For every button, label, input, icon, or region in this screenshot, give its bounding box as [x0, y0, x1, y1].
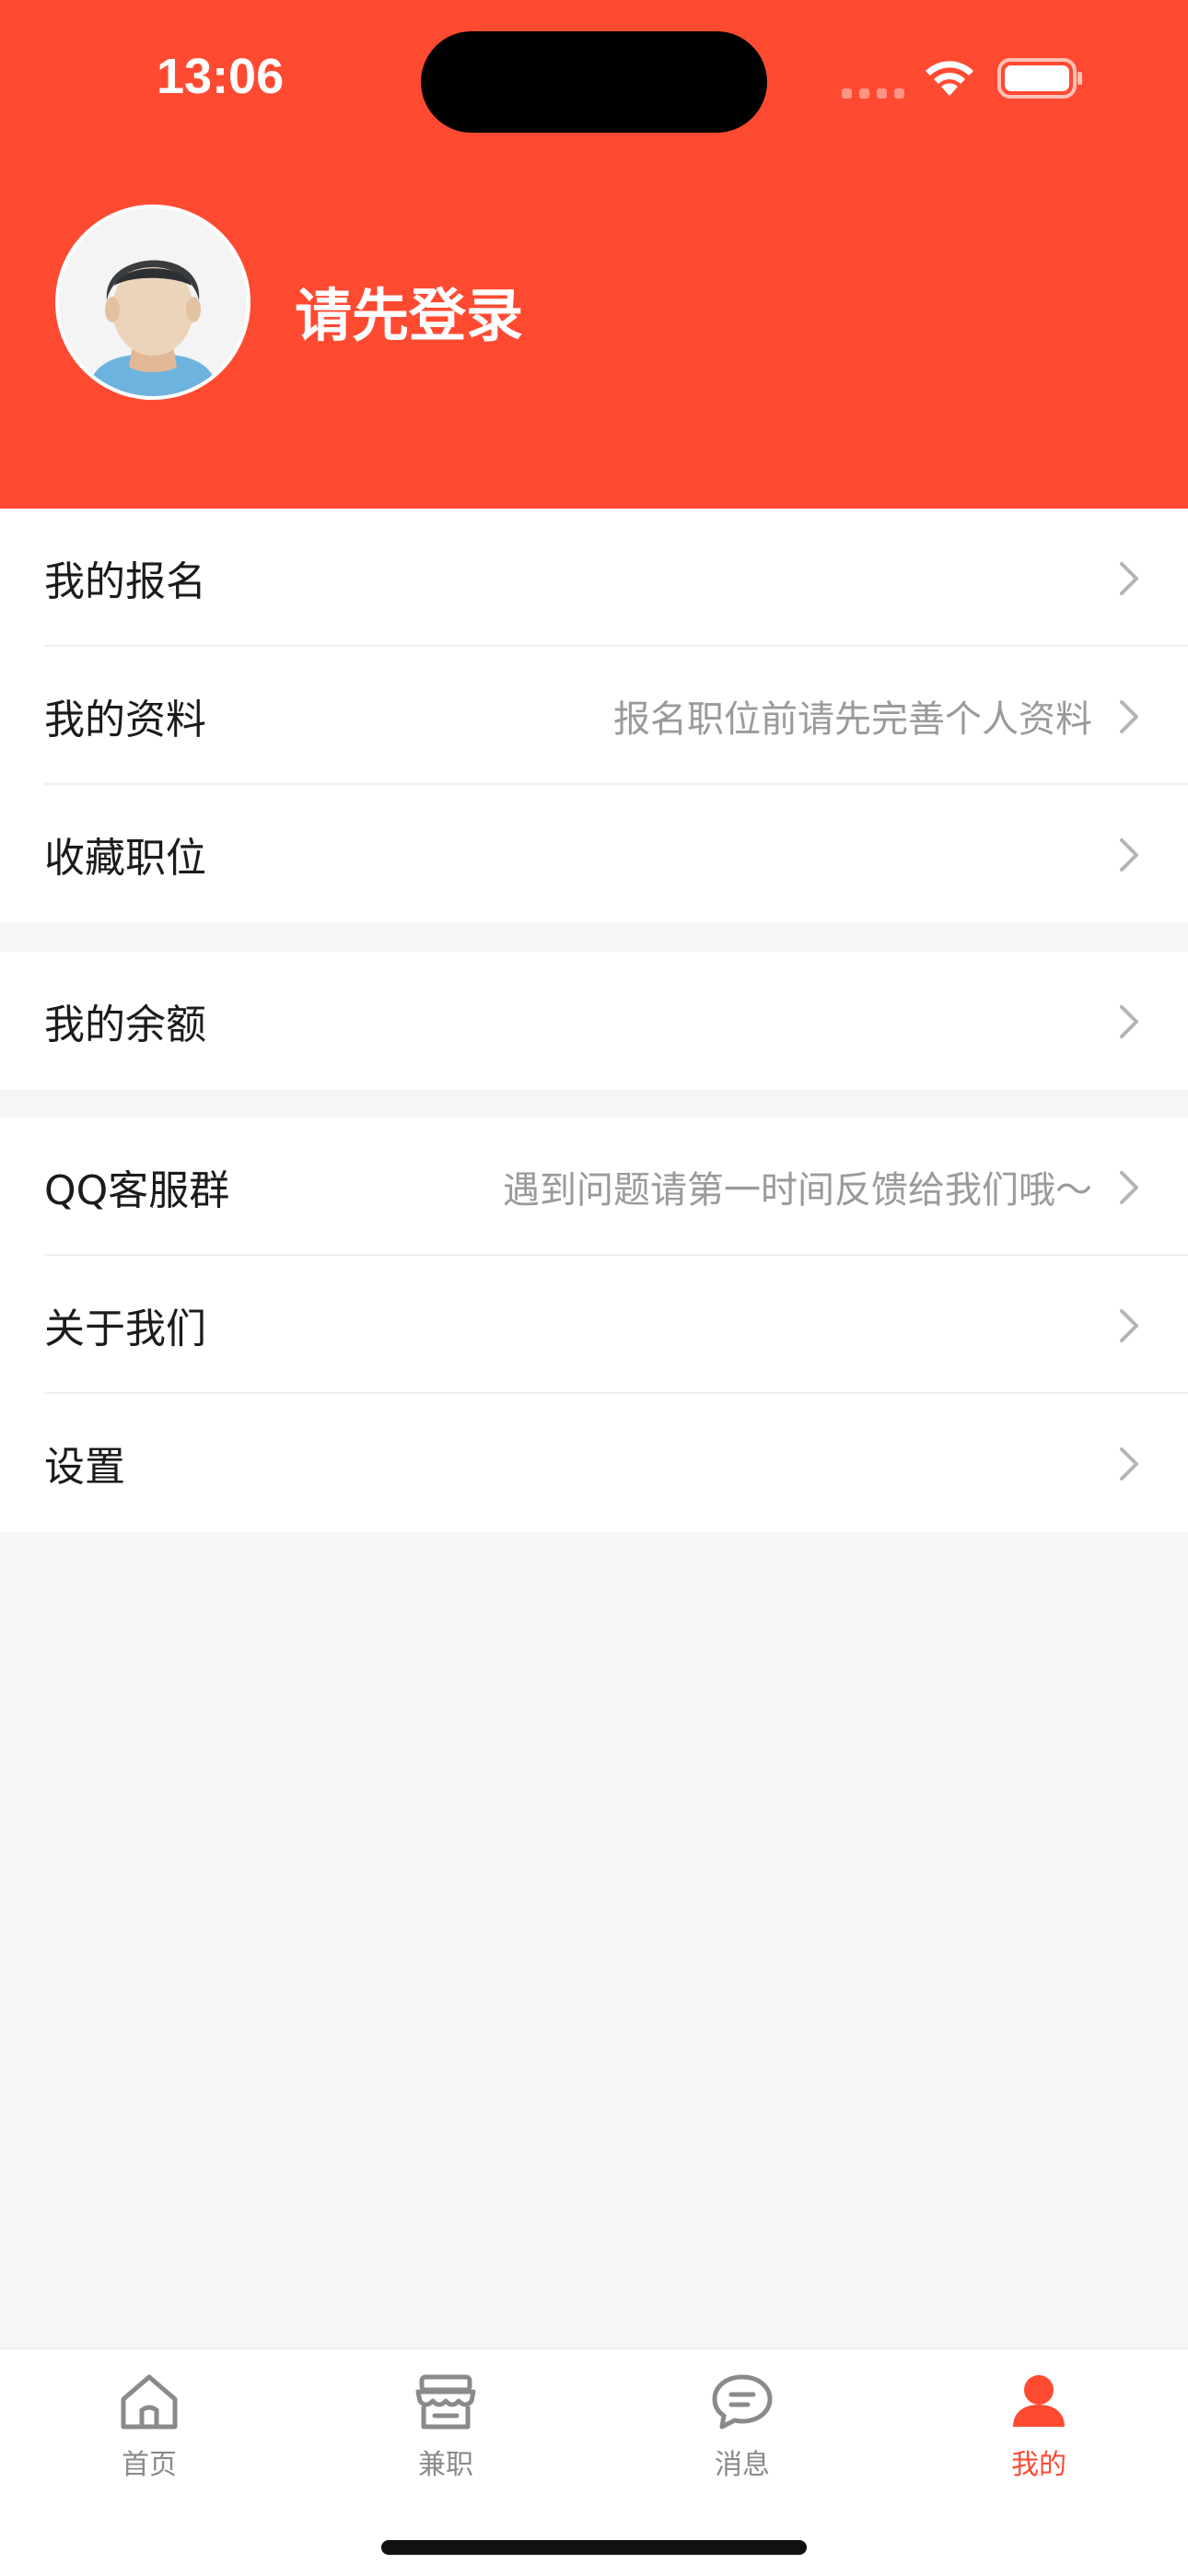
menu-item-hint: 报名职位前请先完善个人资料 — [613, 698, 1092, 741]
battery-icon — [997, 58, 1082, 99]
menu-item-balance[interactable]: 我的余额 — [0, 952, 1188, 1090]
menu-item-label: 我的报名 — [44, 558, 206, 605]
menu-item-my-profile[interactable]: 我的资料 报名职位前请先完善个人资料 — [0, 647, 1188, 785]
chevron-right-icon — [1120, 562, 1138, 595]
chevron-right-icon — [1120, 1309, 1138, 1342]
menu-item-qq-group[interactable]: QQ客服群 遇到问题请第一时间反馈给我们哦～ — [0, 1118, 1188, 1256]
person-icon — [1013, 2375, 1065, 2427]
chevron-right-icon — [1120, 1171, 1138, 1204]
home-icon — [121, 2374, 178, 2430]
menu-item-label: QQ客服群 — [44, 1167, 230, 1214]
tab-label: 我的 — [1011, 2449, 1066, 2481]
tab-label: 消息 — [715, 2449, 770, 2481]
menu-group-3: QQ客服群 遇到问题请第一时间反馈给我们哦～ 关于我们 设置 — [0, 1118, 1188, 1532]
menu-item-my-applications[interactable]: 我的报名 — [0, 509, 1188, 647]
chat-bubble-icon — [712, 2374, 773, 2430]
chevron-right-icon — [1120, 1447, 1138, 1481]
profile-header: 13:06 请先登录 — [0, 0, 1188, 509]
tab-label: 首页 — [122, 2449, 177, 2481]
menu-group-1: 我的报名 我的资料 报名职位前请先完善个人资料 收藏职位 — [0, 509, 1188, 923]
chevron-right-icon — [1120, 700, 1138, 733]
tab-messages[interactable]: 消息 — [659, 2371, 825, 2482]
menu-group-2: 我的余额 — [0, 952, 1188, 1090]
wifi-icon — [926, 61, 973, 96]
tab-home[interactable]: 首页 — [66, 2371, 232, 2482]
menu-item-about-us[interactable]: 关于我们 — [0, 1256, 1188, 1394]
home-indicator — [381, 2540, 807, 2555]
status-time: 13:06 — [157, 49, 285, 104]
menu-item-label: 我的余额 — [44, 1001, 206, 1048]
menu-item-label: 收藏职位 — [44, 835, 206, 882]
login-prompt[interactable]: 请先登录 — [295, 269, 523, 352]
tab-mine[interactable]: 我的 — [956, 2371, 1122, 2482]
menu-item-label: 设置 — [44, 1444, 125, 1491]
menu-item-settings[interactable]: 设置 — [0, 1394, 1188, 1532]
avatar[interactable] — [55, 205, 250, 400]
menu-item-label: 我的资料 — [44, 697, 206, 744]
menu-item-saved-jobs[interactable]: 收藏职位 — [0, 785, 1188, 923]
tab-label: 兼职 — [418, 2449, 473, 2481]
store-icon — [415, 2374, 476, 2430]
menu-item-hint: 遇到问题请第一时间反馈给我们哦～ — [503, 1169, 1092, 1212]
chevron-right-icon — [1120, 1005, 1138, 1038]
cellular-signal-icon — [842, 88, 904, 99]
tab-part-time[interactable]: 兼职 — [363, 2371, 529, 2482]
chevron-right-icon — [1120, 838, 1138, 872]
dynamic-island — [421, 31, 767, 133]
default-avatar-icon — [59, 208, 247, 396]
menu-item-label: 关于我们 — [44, 1306, 206, 1352]
